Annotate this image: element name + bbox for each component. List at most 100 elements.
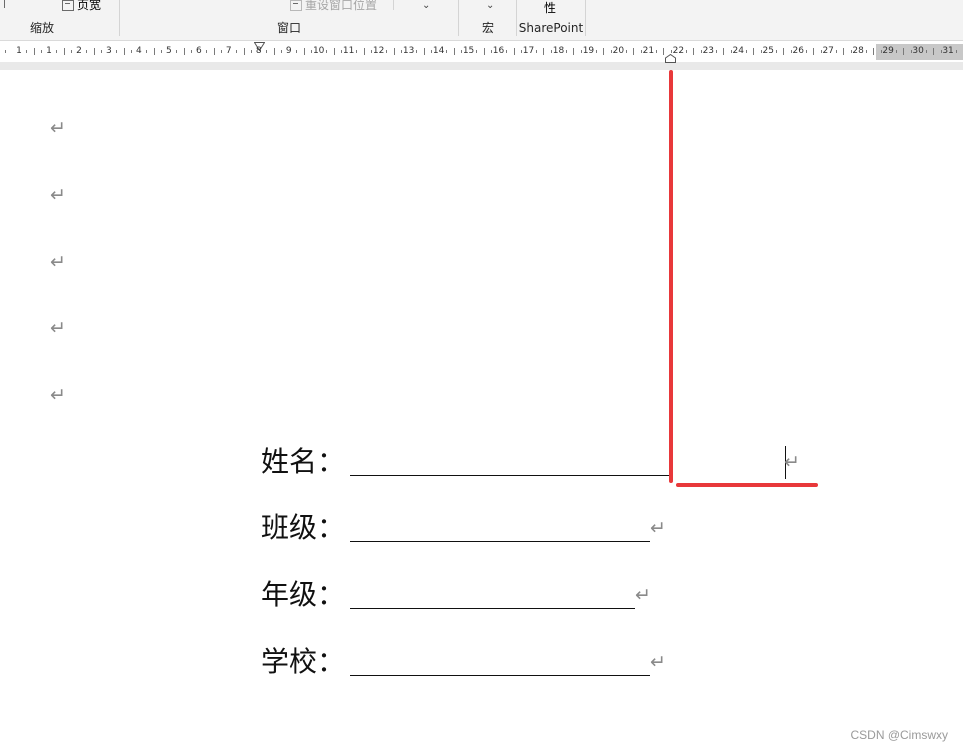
- ruler-tick: [806, 50, 807, 53]
- button-separator: [393, 0, 394, 10]
- ruler-tick: [124, 48, 125, 55]
- ruler-tick: [716, 50, 717, 53]
- ruler-tick: [416, 50, 417, 53]
- ruler-tick: [783, 48, 784, 55]
- grade-underline: [350, 608, 635, 609]
- paragraph-mark: ↵: [635, 584, 651, 606]
- ruler-tick: [394, 48, 395, 55]
- red-annotation-horizontal-line: [676, 483, 818, 487]
- ruler-tick: [543, 48, 544, 55]
- ruler-tick: [454, 48, 455, 55]
- ruler-tick: [116, 50, 117, 53]
- ruler-tick: [176, 50, 177, 53]
- ruler-tick: [86, 50, 87, 53]
- ruler-shadow: [0, 62, 963, 70]
- reset-window-icon: [290, 0, 302, 11]
- ruler-tick: [326, 50, 327, 53]
- paragraph-mark: ↵: [50, 184, 66, 206]
- paragraph-mark: ↵: [50, 251, 66, 273]
- ruler-tick: [296, 50, 297, 53]
- ruler-tick: [274, 48, 275, 55]
- ruler-tick: [334, 48, 335, 55]
- ruler-tick: [424, 48, 425, 55]
- ruler-tick: [304, 48, 305, 55]
- macros-chevron-down-icon[interactable]: ⌄: [486, 0, 494, 11]
- ruler-tick: [266, 50, 267, 53]
- paragraph-mark: ↵: [50, 117, 66, 139]
- reset-window-position-button[interactable]: 重设窗口位置: [290, 0, 377, 13]
- school-label: 学校：: [261, 645, 346, 678]
- ruler-tick: [933, 48, 934, 55]
- name-underline: [350, 475, 670, 476]
- watermark: CSDN @Cimswxy: [850, 728, 948, 742]
- ruler-tick: [244, 48, 245, 55]
- ruler-tick: [686, 50, 687, 53]
- group-separator: [458, 0, 459, 36]
- ruler-tick: [206, 50, 207, 53]
- page-width-button[interactable]: 页宽: [62, 0, 101, 13]
- ruler-tick: [626, 50, 627, 53]
- ruler-tick: [896, 50, 897, 53]
- name-label: 姓名：: [261, 445, 346, 478]
- ruler-tick: [926, 50, 927, 53]
- school-underline: [350, 675, 650, 676]
- ruler-tick: [843, 48, 844, 55]
- paragraph-mark: ↵: [650, 517, 666, 539]
- ruler-tick: [446, 50, 447, 53]
- chevron-down-icon[interactable]: ⌄: [422, 0, 430, 11]
- ruler-tick: [633, 48, 634, 55]
- ruler-tick: [94, 48, 95, 55]
- paragraph-mark: ↵: [50, 317, 66, 339]
- macros-group-label: 宏: [481, 21, 494, 35]
- ruler-tick: [753, 48, 754, 55]
- ruler-tick: [873, 48, 874, 55]
- ruler-tick: [236, 50, 237, 53]
- red-annotation-vertical-line: [669, 70, 673, 483]
- zoom-left-icon[interactable]: [0, 0, 5, 12]
- window-group-label: 窗口: [276, 21, 301, 35]
- ruler-tick: [836, 50, 837, 53]
- ruler-tick: [476, 50, 477, 53]
- zoom-group-label: 缩放: [29, 21, 54, 35]
- ruler-tick: [813, 48, 814, 55]
- ruler-tick: [603, 48, 604, 55]
- ruler-tick: [746, 50, 747, 53]
- ruler-tick: [596, 50, 597, 53]
- class-label: 班级：: [261, 511, 346, 544]
- ruler-tick: [154, 48, 155, 55]
- ruler-tick: [506, 50, 507, 53]
- paragraph-mark: ↵: [650, 651, 666, 673]
- ruler-tick: [566, 50, 567, 53]
- group-separator: [516, 0, 517, 36]
- properties-button[interactable]: 性: [544, 0, 556, 16]
- class-underline: [350, 541, 650, 542]
- ruler-tick: [514, 48, 515, 55]
- sharepoint-group-label: SharePoint: [518, 21, 584, 35]
- ruler-tick: [386, 50, 387, 53]
- paragraph-mark: ↵: [784, 451, 800, 473]
- ruler-tick: [146, 50, 147, 53]
- ribbon: 页宽 缩放 重设窗口位置 ⌄ 窗口 ⌄ 宏 性 SharePoint: [0, 0, 963, 41]
- ruler-tick: [656, 50, 657, 53]
- ruler-tick: [573, 48, 574, 55]
- group-separator: [119, 0, 120, 36]
- ruler-tick: [693, 48, 694, 55]
- ruler-tick: [536, 50, 537, 53]
- ruler-tick: [776, 50, 777, 53]
- ruler-tick: [56, 50, 57, 53]
- ruler-tick: [866, 50, 867, 53]
- grade-label: 年级：: [261, 578, 346, 611]
- page-width-icon: [62, 0, 74, 11]
- paragraph-mark: ↵: [50, 384, 66, 406]
- ruler-tick: [956, 50, 957, 53]
- ruler-tick: [723, 48, 724, 55]
- ruler-tick: [5, 50, 6, 53]
- ruler-tick: [364, 48, 365, 55]
- ruler-tick: [64, 48, 65, 55]
- ruler-tick: [356, 50, 357, 53]
- ruler-tick: [214, 48, 215, 55]
- group-separator: [585, 0, 586, 36]
- ruler-tick: [34, 48, 35, 55]
- ruler-tick: [484, 48, 485, 55]
- ruler-tick: [663, 48, 664, 55]
